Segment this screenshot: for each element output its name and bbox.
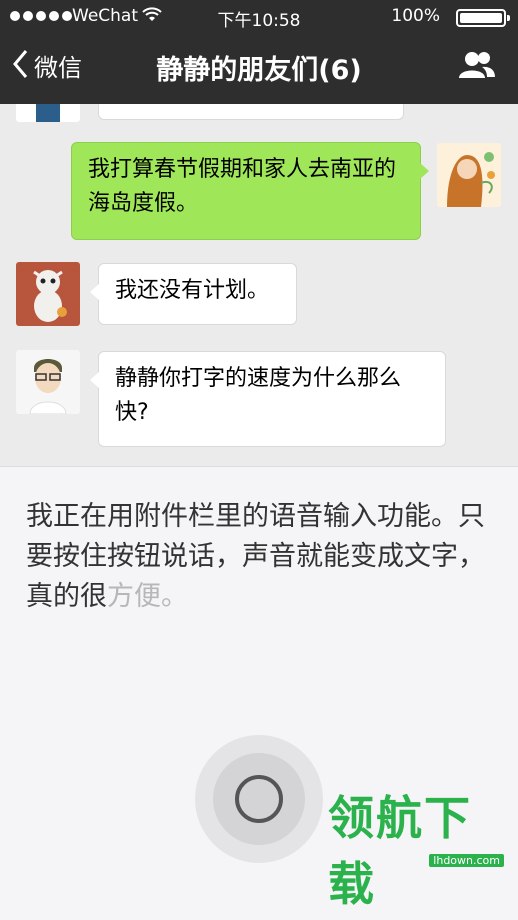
message-bubble[interactable]: 我打算春节假期和家人去南亚的海岛度假。 [71, 142, 429, 240]
microphone-ring-icon [235, 775, 283, 823]
message-bubble[interactable]: 静静你打字的速度为什么那么快? [90, 351, 446, 447]
avatar[interactable] [16, 104, 80, 122]
status-time: 下午10:58 [217, 11, 301, 31]
top-bar: WeChat 下午10:58 100% 微信 静静的朋友们(6) [0, 0, 518, 104]
voice-record-button-inner [213, 753, 305, 845]
watermark: lhdown.com 领航下载 [328, 791, 510, 914]
message-bubble[interactable] [98, 104, 404, 120]
voice-transcript-text: 我正在用附件栏里的语音输入功能。只要按住按钮说话，声音就能变成文字，真的很 [26, 501, 485, 612]
avatar[interactable] [437, 143, 501, 207]
voice-transcript-pending: 方便。 [107, 581, 188, 612]
group-icon [458, 52, 496, 84]
voice-record-button[interactable] [195, 735, 323, 863]
avatar[interactable] [16, 262, 80, 326]
chat-title: 静静的朋友们(6) [156, 55, 362, 86]
message-list[interactable]: 我打算春节假期和家人去南亚的海岛度假。 我还没有计划。 静静你打字的速度为什么那… [0, 104, 518, 466]
status-bar: WeChat 下午10:58 100% [0, 0, 518, 34]
group-members-button[interactable] [458, 50, 496, 84]
avatar[interactable] [16, 350, 80, 414]
battery-icon [456, 9, 510, 27]
message-text: 我还没有计划。 [115, 278, 270, 303]
voice-transcript[interactable]: 我正在用附件栏里的语音输入功能。只要按住按钮说话，声音就能变成文字，真的很方便。 [26, 497, 496, 617]
message-text: 静静你打字的速度为什么那么快? [115, 366, 402, 425]
battery-percent: 100% [391, 6, 440, 26]
watermark-text: 领航下载 [328, 791, 472, 911]
voice-input-panel: 我正在用附件栏里的语音输入功能。只要按住按钮说话，声音就能变成文字，真的很方便。… [0, 466, 518, 920]
message-text: 我打算春节假期和家人去南亚的海岛度假。 [88, 157, 397, 216]
message-bubble[interactable]: 我还没有计划。 [90, 263, 297, 325]
